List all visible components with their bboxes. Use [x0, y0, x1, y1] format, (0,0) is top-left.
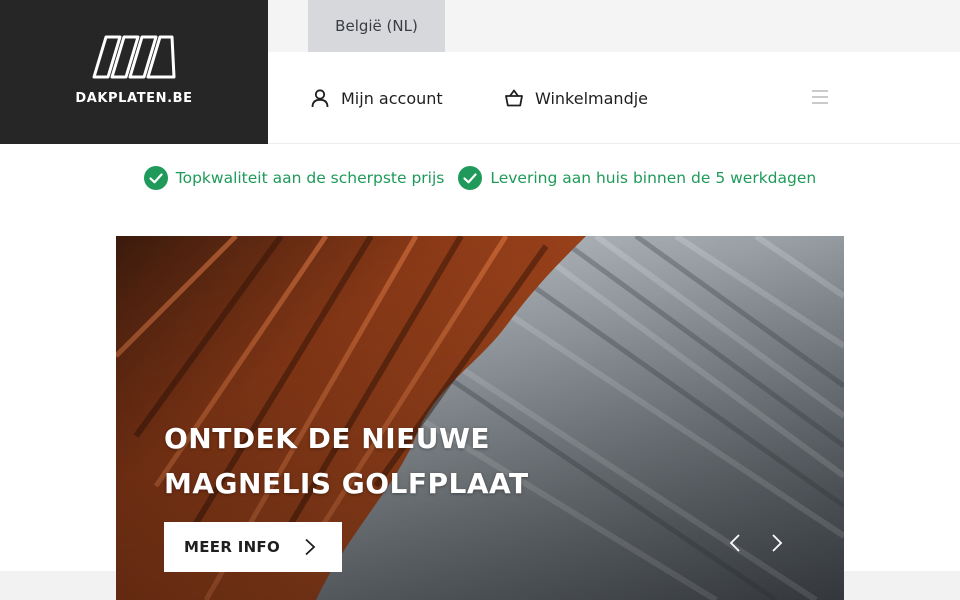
- meer-info-button[interactable]: MEER INFO: [164, 522, 342, 572]
- chevron-left-icon[interactable]: [728, 533, 742, 553]
- meer-info-label: MEER INFO: [184, 538, 281, 556]
- hero-title-line: MAGNELIS GOLFPLAAT: [164, 467, 529, 500]
- hero-slider: ONTDEK DE NIEUWE MAGNELIS GOLFPLAAT MEER…: [116, 236, 844, 600]
- account-label: Mijn account: [341, 88, 443, 108]
- corrugated-roof-logo-icon: [92, 35, 176, 78]
- brand-name: DAKPLATEN.BE: [75, 90, 193, 106]
- hero-title-line: ONTDEK DE NIEUWE: [164, 422, 490, 455]
- chevron-right-icon: [305, 538, 316, 556]
- usp-item: Levering aan huis binnen de 5 werkdagen: [458, 166, 816, 190]
- top-strip: België (NL): [268, 0, 960, 52]
- usp-text: Topkwaliteit aan de scherpste prijs: [175, 169, 445, 187]
- chevron-right-icon[interactable]: [770, 533, 784, 553]
- cart-label: Winkelmandje: [535, 88, 649, 108]
- hamburger-icon[interactable]: [810, 88, 830, 106]
- hero-title: ONTDEK DE NIEUWE MAGNELIS GOLFPLAAT: [164, 416, 529, 506]
- cart-link[interactable]: Winkelmandje: [504, 52, 648, 144]
- user-icon: [311, 89, 329, 108]
- usp-bar: Topkwaliteit aan de scherpste prijs Leve…: [0, 166, 960, 190]
- language-switcher[interactable]: België (NL): [308, 0, 445, 52]
- usp-item: Topkwaliteit aan de scherpste prijs: [143, 166, 445, 190]
- main-nav: Mijn account Winkelmandje: [268, 52, 960, 144]
- check-circle-icon: [143, 166, 168, 190]
- check-circle-icon: [458, 166, 483, 190]
- usp-text: Levering aan huis binnen de 5 werkdagen: [490, 169, 817, 187]
- account-link[interactable]: Mijn account: [310, 52, 443, 144]
- logo[interactable]: DAKPLATEN.BE: [0, 0, 268, 144]
- basket-icon: [505, 89, 523, 107]
